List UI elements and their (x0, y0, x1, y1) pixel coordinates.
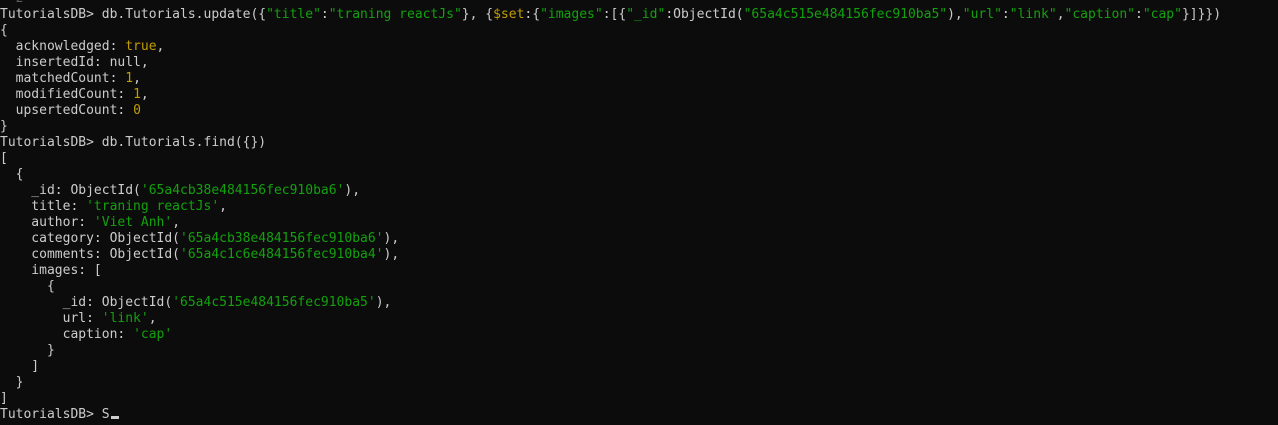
terminal-token: ] (0, 391, 8, 406)
terminal-token: "link" (1009, 7, 1057, 22)
terminal-token: ), (383, 247, 400, 262)
terminal-token: TutorialsDB> db.Tutorials.find({}) (0, 135, 267, 150)
terminal-token: "caption" (1064, 7, 1135, 22)
terminal-line: author: 'Viet Anh', (0, 215, 1278, 231)
terminal-token: [ (0, 151, 8, 166)
terminal-token: TutorialsDB> db.Tutorials.update({ (0, 7, 267, 22)
terminal-token: "65a4c515e484156fec910ba5" (743, 7, 948, 22)
terminal-token: , (172, 215, 181, 230)
terminal-line: TutorialsDB> db.Tutorials.update({"title… (0, 7, 1278, 23)
terminal-token: 'traning reactJs' (86, 199, 220, 214)
terminal-token: 0 (133, 103, 141, 118)
terminal-line: caption: 'cap' (0, 327, 1278, 343)
terminal-token: '65a4c515e484156fec910ba5' (172, 295, 376, 310)
terminal-line: } (0, 343, 1278, 359)
terminal-token: { (0, 279, 55, 294)
terminal-token: ), (947, 7, 963, 22)
terminal-token: : (1001, 7, 1010, 22)
terminal-line: insertedId: null, (0, 55, 1278, 71)
terminal-line: } (0, 119, 1278, 135)
terminal-token: insertedId: null, (0, 55, 149, 70)
terminal-line: TutorialsDB> S (0, 407, 1278, 423)
terminal-token: "images" (540, 7, 603, 22)
command-input[interactable]: S (102, 407, 110, 422)
terminal-token: modifiedCount: (0, 87, 134, 102)
terminal-line: ] (0, 359, 1278, 375)
terminal-token: :{ (524, 7, 541, 22)
terminal-token: "cap" (1142, 7, 1182, 22)
terminal-line: acknowledged: true, (0, 39, 1278, 55)
terminal-token: ), (383, 231, 400, 246)
terminal-line: _id: ObjectId('65a4cb38e484156fec910ba6'… (0, 183, 1278, 199)
terminal-token: author: (0, 215, 94, 230)
terminal-token: TutorialsDB> (0, 407, 102, 422)
terminal-token: 1 (125, 71, 134, 86)
terminal-token: 2 (0, 0, 24, 6)
terminal-token: { (0, 23, 8, 38)
terminal-token: upsertedCount: (0, 103, 134, 118)
terminal-line: } (0, 375, 1278, 391)
terminal-line: { (0, 23, 1278, 39)
terminal-line: upsertedCount: 0 (0, 103, 1278, 119)
terminal-token: matchedCount: (0, 71, 126, 86)
terminal-token: ] (0, 359, 40, 374)
terminal-token: ), (375, 295, 392, 310)
terminal-token: , (156, 39, 165, 54)
terminal-line: comments: ObjectId('65a4c1c6e484156fec91… (0, 247, 1278, 263)
terminal-token: "url" (962, 7, 1002, 22)
terminal-token: : (320, 7, 329, 22)
terminal-token: 'Viet Anh' (93, 215, 173, 230)
terminal-token: 'cap' (133, 327, 173, 342)
terminal-line: { (0, 167, 1278, 183)
terminal-token: acknowledged: (0, 39, 126, 54)
terminal-token: "traning reactJs" (328, 7, 462, 22)
terminal-token: "title" (266, 7, 321, 22)
terminal-line: 2 (0, 0, 1278, 7)
terminal-token: , (133, 71, 141, 86)
terminal-token: 1 (133, 87, 141, 102)
terminal-token: }, { (461, 7, 494, 22)
terminal-token: ), (344, 183, 361, 198)
terminal-token: : (1134, 7, 1143, 22)
terminal-token: images: [ (0, 263, 102, 278)
terminal-token: } (0, 343, 55, 358)
text-cursor (110, 416, 119, 419)
terminal-token: title: (0, 199, 87, 214)
terminal-token: { (0, 167, 24, 182)
terminal-line: [ (0, 151, 1278, 167)
terminal-token: 'link' (101, 311, 149, 326)
terminal-window[interactable]: 2TutorialsDB> db.Tutorials.update({"titl… (0, 0, 1278, 425)
terminal-line: url: 'link', (0, 311, 1278, 327)
terminal-token: caption: (0, 327, 134, 342)
terminal-line: modifiedCount: 1, (0, 87, 1278, 103)
terminal-line: images: [ (0, 263, 1278, 279)
terminal-token: :ObjectId( (665, 7, 744, 22)
terminal-token: '65a4cb38e484156fec910ba6' (140, 183, 345, 198)
terminal-token: '65a4cb38e484156fec910ba6' (180, 231, 384, 246)
terminal-token: "_id" (626, 7, 666, 22)
terminal-token: '65a4c1c6e484156fec910ba4' (180, 247, 384, 262)
terminal-token: , (219, 199, 227, 214)
terminal-line: matchedCount: 1, (0, 71, 1278, 87)
terminal-token: true (125, 39, 157, 54)
terminal-token: comments: ObjectId( (0, 247, 181, 262)
terminal-line: { (0, 279, 1278, 295)
terminal-token: , (148, 311, 157, 326)
terminal-line: category: ObjectId('65a4cb38e484156fec91… (0, 231, 1278, 247)
terminal-token: } (0, 119, 8, 134)
terminal-token: , (1056, 7, 1065, 22)
terminal-token: }]}}) (1181, 7, 1222, 22)
terminal-line: title: 'traning reactJs', (0, 199, 1278, 215)
terminal-token: _id: ObjectId( (0, 295, 173, 310)
terminal-token: _id: ObjectId( (0, 183, 141, 198)
terminal-token: , (140, 87, 149, 102)
terminal-token: $set (493, 7, 525, 22)
terminal-token: } (0, 375, 24, 390)
terminal-line: ] (0, 391, 1278, 407)
terminal-token: :[{ (602, 7, 627, 22)
terminal-token: category: ObjectId( (0, 231, 181, 246)
terminal-line: TutorialsDB> db.Tutorials.find({}) (0, 135, 1278, 151)
terminal-token: url: (0, 311, 102, 326)
terminal-line: _id: ObjectId('65a4c515e484156fec910ba5'… (0, 295, 1278, 311)
